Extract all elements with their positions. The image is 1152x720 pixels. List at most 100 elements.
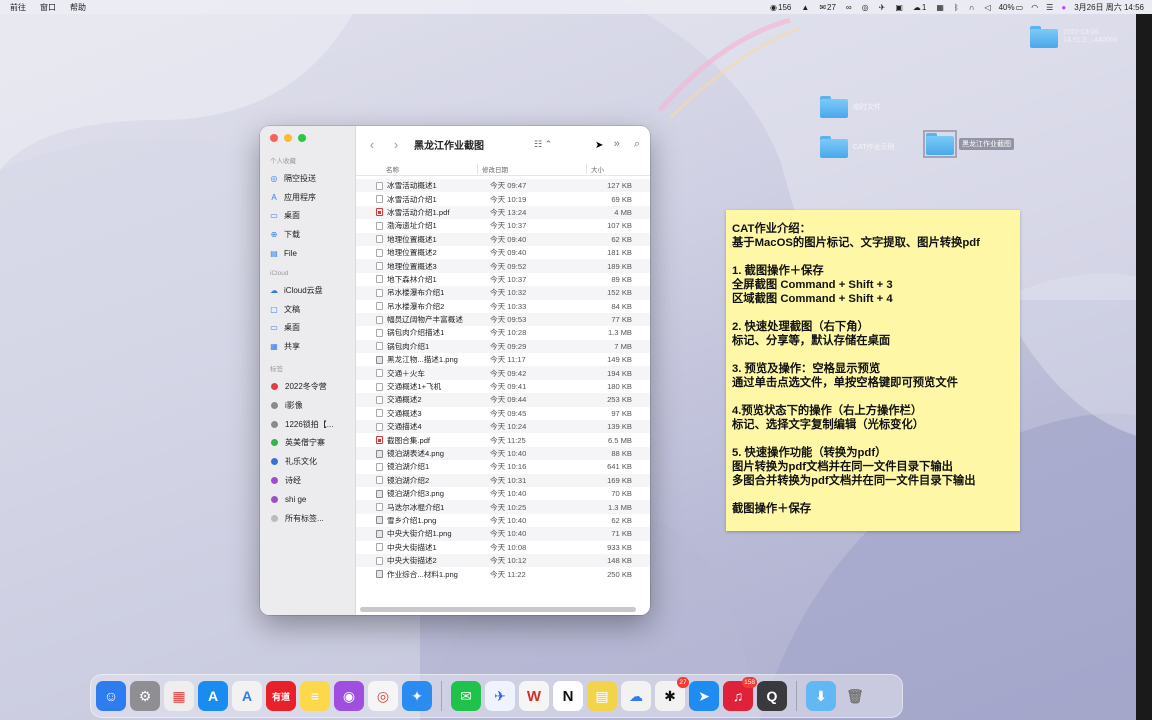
- app-store-app[interactable]: A: [198, 681, 228, 711]
- file-row[interactable]: 渤海遗址介绍1 今天 10:37 107 KB: [356, 219, 650, 232]
- file-row[interactable]: 中央大街介绍1.png 今天 10:40 71 KB: [356, 527, 650, 541]
- sticky-note[interactable]: CAT作业介绍： 基于MacOS的图片标记、文字提取、图片转换pdf 1. 截图操作…: [726, 210, 1020, 531]
- netease-music-app[interactable]: ♫ 158: [723, 677, 757, 711]
- file-row[interactable]: 交通概述1+飞机 今天 09:41 180 KB: [356, 380, 650, 393]
- file-row[interactable]: 镜泊湖介绍1 今天 10:16 641 KB: [356, 460, 650, 473]
- file-row[interactable]: 交通概述2 今天 09:44 253 KB: [356, 393, 650, 407]
- sidebar-tag-item[interactable]: 所有标签...: [269, 509, 355, 528]
- qq-app[interactable]: ✱ 27: [655, 677, 689, 711]
- baidu-netdisk-app[interactable]: ☁: [621, 681, 651, 711]
- file-row[interactable]: 锅包肉介绍描述1 今天 10:28 1.3 MB: [356, 326, 650, 339]
- scrollbar-thumb[interactable]: [360, 606, 636, 612]
- dingtalk-app[interactable]: ➤: [689, 681, 719, 711]
- close-button[interactable]: [270, 134, 278, 142]
- sidebar-tag-item[interactable]: 诗经: [269, 471, 355, 490]
- column-size-header[interactable]: 大小: [587, 164, 639, 174]
- mail-icon[interactable]: ✉ 27: [819, 3, 836, 12]
- sidebar-tag-item[interactable]: 英美僧宁寨: [269, 434, 355, 453]
- file-row[interactable]: 中央大街描述2 今天 10:12 148 KB: [356, 553, 650, 568]
- youdao-app[interactable]: 有道: [266, 681, 296, 711]
- file-row[interactable]: 锅包肉介绍1 今天 09:29 7 MB: [356, 339, 650, 354]
- desktop-folder-heilongjiang[interactable]: 黑龙江作业截图: [923, 130, 1014, 158]
- feishu-app[interactable]: ✈: [485, 681, 515, 711]
- back-button[interactable]: ‹: [366, 137, 378, 152]
- media-icon[interactable]: ◉ 156: [770, 3, 791, 12]
- file-row[interactable]: 雪乡介绍1.png 今天 10:40 62 KB: [356, 514, 650, 527]
- file-row[interactable]: 幅员辽阔物产丰富概述 今天 09:53 77 KB: [356, 312, 650, 327]
- forward-button[interactable]: ›: [390, 137, 402, 152]
- horizontal-scrollbar[interactable]: [356, 603, 650, 615]
- file-row[interactable]: 镜泊湖介绍3.png 今天 10:40 70 KB: [356, 487, 650, 500]
- column-name-header[interactable]: 名称: [356, 163, 478, 174]
- launchpad-app[interactable]: ▦: [164, 681, 194, 711]
- menu-item[interactable]: 窗口: [40, 2, 56, 13]
- desktop-folder-temp[interactable]: 临时文件: [820, 96, 881, 118]
- sidebar-item[interactable]: ▤ File: [269, 244, 355, 263]
- file-row[interactable]: 地下森林介绍1 今天 10:37 89 KB: [356, 273, 650, 286]
- file-row[interactable]: 截图合集.pdf 今天 11:25 6.5 MB: [356, 433, 650, 446]
- safari-app[interactable]: ✦: [402, 681, 432, 711]
- wechat-app[interactable]: ✉: [451, 681, 481, 711]
- bell-icon[interactable]: ▲: [801, 3, 809, 12]
- file-row[interactable]: 中央大街描述1 今天 10:08 933 KB: [356, 541, 650, 554]
- file-row[interactable]: 镜泊湖介绍2 今天 10:31 169 KB: [356, 473, 650, 487]
- menu-item[interactable]: 前往: [10, 2, 26, 13]
- file-row[interactable]: 镜泊湖表述4.png 今天 10:40 88 KB: [356, 446, 650, 461]
- file-row[interactable]: 马迭尔冰棍介绍1 今天 10:25 1.3 MB: [356, 500, 650, 514]
- sidebar-item[interactable]: ▦ 共享: [269, 337, 355, 356]
- file-row[interactable]: 作业综合...材料1.png 今天 11:22 250 KB: [356, 567, 650, 580]
- sidebar-tag-item[interactable]: 礼乐文化: [269, 452, 355, 471]
- desktop-folder-cat-examples[interactable]: CAT作业示例: [820, 136, 894, 158]
- volume-icon[interactable]: ◁: [984, 3, 990, 12]
- chat-icon[interactable]: ☁ 1: [913, 3, 926, 12]
- file-row[interactable]: 冰雪活动概述1 今天 09:47 127 KB: [356, 179, 650, 193]
- wifi-icon[interactable]: ◠: [1031, 3, 1038, 12]
- podcasts-app[interactable]: ◉: [334, 681, 364, 711]
- notion-app[interactable]: N: [553, 681, 583, 711]
- translator-app[interactable]: A: [232, 681, 262, 711]
- sidebar-item[interactable]: ⊕ 下载: [269, 225, 355, 244]
- bird-icon[interactable]: ✈: [879, 3, 886, 12]
- record-icon[interactable]: ◎: [862, 3, 869, 12]
- sidebar-tag-item[interactable]: 2022冬令营: [269, 377, 355, 396]
- view-options-button[interactable]: ☷ ⌃: [534, 139, 552, 150]
- battery-indicator[interactable]: 40% ▭: [999, 3, 1024, 12]
- zoom-button[interactable]: [298, 134, 306, 142]
- more-toolbar-icon[interactable]: »: [614, 138, 620, 150]
- link-icon[interactable]: ∞: [846, 3, 852, 12]
- screen-icon[interactable]: ▦: [936, 3, 944, 12]
- file-row[interactable]: 吊水楼瀑布介绍1 今天 10:32 152 KB: [356, 286, 650, 300]
- sidebar-item[interactable]: ▢ 文稿: [269, 300, 355, 319]
- file-row[interactable]: 冰雪活动介绍1 今天 10:19 69 KB: [356, 192, 650, 205]
- desktop-folder-screenshot[interactable]: 2022-03-26 14.51.3....440060: [1030, 26, 1118, 48]
- chrome-app[interactable]: ◎: [368, 681, 398, 711]
- stickies-app[interactable]: ▤: [587, 681, 617, 711]
- finder-app[interactable]: ☺: [96, 681, 126, 711]
- file-row[interactable]: 交通概述3 今天 09:45 97 KB: [356, 407, 650, 420]
- sidebar-item[interactable]: ☁ iCloud云盘: [269, 281, 355, 300]
- notes-app[interactable]: ≡: [300, 681, 330, 711]
- headphones-icon[interactable]: ∩: [969, 3, 975, 12]
- menu-item[interactable]: 帮助: [70, 2, 86, 13]
- file-row[interactable]: 地理位置概述3 今天 09:52 189 KB: [356, 259, 650, 273]
- file-row[interactable]: 交通＋火车 今天 09:42 194 KB: [356, 366, 650, 380]
- trash-app[interactable]: 🗑: [840, 681, 870, 711]
- wps-app[interactable]: W: [519, 681, 549, 711]
- search-icon[interactable]: ⌕: [634, 138, 640, 151]
- sidebar-tag-item[interactable]: i影像: [269, 396, 355, 415]
- control-center-icon[interactable]: ☰: [1046, 3, 1053, 12]
- gamepad-icon[interactable]: ▣: [895, 3, 903, 12]
- sidebar-tag-item[interactable]: shi ge: [269, 490, 355, 509]
- file-row[interactable]: 地理位置概述1 今天 09:40 62 KB: [356, 232, 650, 246]
- sidebar-item[interactable]: ▭ 桌面: [269, 319, 355, 338]
- minimize-button[interactable]: [284, 134, 292, 142]
- quicktime-app[interactable]: Q: [757, 681, 787, 711]
- menu-bar-clock[interactable]: 3月26日 周六 14:56: [1074, 2, 1144, 13]
- sidebar-item[interactable]: A 应用程序: [269, 188, 355, 207]
- siri-icon[interactable]: ●: [1061, 3, 1066, 12]
- bluetooth-icon[interactable]: ᛒ: [954, 3, 959, 12]
- file-row[interactable]: 交通描述4 今天 10:24 139 KB: [356, 420, 650, 434]
- file-row[interactable]: 黑龙江物...描述1.png 今天 11:17 149 KB: [356, 353, 650, 366]
- downloads-folder[interactable]: ⬇: [806, 681, 836, 711]
- column-date-header[interactable]: 修改日期: [478, 163, 587, 174]
